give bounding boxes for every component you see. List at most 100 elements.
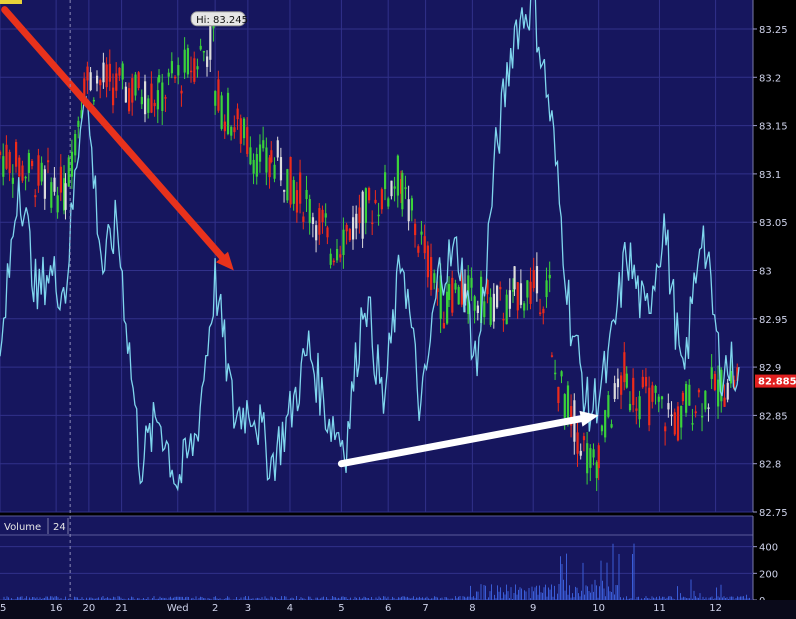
candle-body xyxy=(592,449,595,458)
candle-body xyxy=(519,283,523,305)
candle-body xyxy=(670,414,673,417)
candle-body xyxy=(302,216,305,223)
candle-body xyxy=(270,150,273,163)
candle-body xyxy=(92,99,95,102)
candle-body xyxy=(0,151,2,156)
candle-body xyxy=(726,382,729,400)
candle-body xyxy=(613,383,616,399)
time-tick-label: 6 xyxy=(385,603,391,614)
candle-body xyxy=(305,189,308,200)
candle-body xyxy=(202,50,206,53)
candle-body xyxy=(560,371,563,377)
candle-body xyxy=(516,282,519,311)
candle-body xyxy=(495,285,499,308)
candle-body xyxy=(5,144,8,169)
candle-body xyxy=(118,67,121,76)
candle-body xyxy=(532,270,535,289)
candle-body xyxy=(387,198,390,207)
candle-body xyxy=(667,403,670,410)
candle-body xyxy=(56,195,59,213)
candle-body xyxy=(542,308,545,314)
candle-body xyxy=(335,248,339,261)
candle-body xyxy=(597,445,600,469)
candle-body xyxy=(206,56,209,67)
candle-body xyxy=(131,78,134,103)
candle-body xyxy=(115,73,118,91)
candle-body xyxy=(249,147,252,165)
candle-body xyxy=(186,48,190,75)
candle-body xyxy=(217,79,220,111)
candle-body xyxy=(318,208,321,235)
price-tick-label: 82.8 xyxy=(759,460,781,471)
candle-body xyxy=(236,108,239,120)
candle-body xyxy=(174,76,177,79)
candle-body xyxy=(576,432,579,454)
candle-body xyxy=(108,63,111,82)
candle-body xyxy=(654,385,657,393)
candle-body xyxy=(242,118,246,139)
candle-body xyxy=(681,392,685,402)
candle-body xyxy=(489,297,492,325)
candle-body xyxy=(2,156,5,177)
candle-body xyxy=(127,88,131,112)
candle-body xyxy=(625,373,628,388)
candle-body xyxy=(595,462,598,479)
candle-body xyxy=(59,166,62,193)
candle-body xyxy=(680,405,683,428)
candle-body xyxy=(21,165,24,181)
candle-body xyxy=(447,284,451,300)
candle-body xyxy=(47,160,50,163)
candle-body xyxy=(170,61,174,74)
candle-body xyxy=(164,97,167,99)
candle-body xyxy=(623,352,626,383)
candle-body xyxy=(355,213,358,229)
candle-body xyxy=(550,355,554,357)
candle-body xyxy=(18,157,21,177)
time-tick-label: 21 xyxy=(115,603,128,614)
candle-body xyxy=(95,75,99,84)
candle-body xyxy=(383,172,387,190)
candle-body xyxy=(529,281,532,304)
candle-body xyxy=(158,75,161,82)
candle-body xyxy=(426,245,430,278)
candle-body xyxy=(40,162,43,182)
candle-body xyxy=(476,305,479,313)
candle-body xyxy=(610,424,613,428)
time-tick-label: 20 xyxy=(82,603,95,614)
price-tick-label: 83 xyxy=(759,266,772,277)
candle-body xyxy=(604,410,607,438)
candle-body xyxy=(161,82,164,111)
candle-body xyxy=(121,63,124,80)
candle-body xyxy=(644,377,648,387)
candle-body xyxy=(579,450,582,456)
candle-body xyxy=(380,189,383,210)
volume-panel[interactable] xyxy=(0,516,753,600)
price-tick-label: 83.05 xyxy=(759,218,788,229)
candle-body xyxy=(190,70,193,73)
candle-body xyxy=(704,390,707,410)
candle-body xyxy=(511,289,515,292)
candle-body xyxy=(265,147,268,173)
candle-body xyxy=(539,312,542,314)
candle-body xyxy=(315,225,318,241)
candle-body xyxy=(616,378,620,388)
candle-body xyxy=(286,169,289,201)
candle-body xyxy=(15,141,18,167)
candle-body xyxy=(713,373,717,391)
candle-body xyxy=(342,229,345,256)
candle-body xyxy=(535,266,539,294)
candle-body xyxy=(156,90,159,110)
candle-body xyxy=(339,254,342,258)
candle-body xyxy=(70,151,74,177)
time-tick-label: 15 xyxy=(0,603,6,614)
time-tick-label: 9 xyxy=(530,603,536,614)
candle-body xyxy=(505,294,508,325)
candle-body xyxy=(600,425,604,432)
candle-body xyxy=(396,155,399,196)
candle-body xyxy=(199,45,202,50)
candle-body xyxy=(276,140,279,158)
candle-body xyxy=(607,395,610,417)
candle-body xyxy=(332,260,335,263)
candle-body xyxy=(255,154,258,177)
candle-body xyxy=(457,286,460,305)
